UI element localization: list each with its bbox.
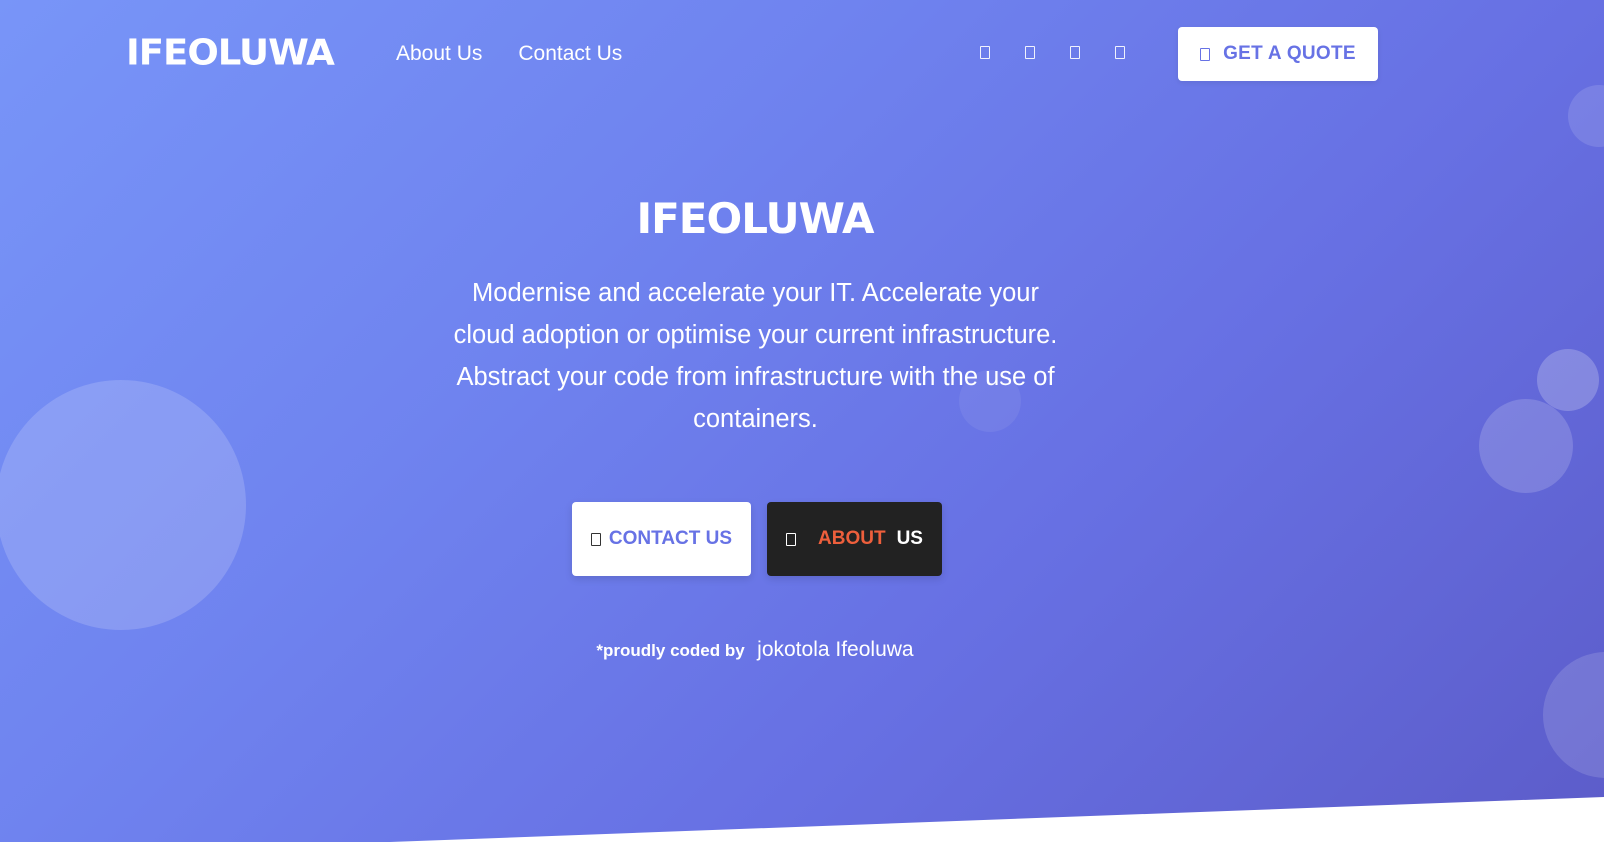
about-label-part2: US	[896, 528, 923, 549]
credit-prefix: *proudly coded by	[596, 641, 745, 660]
bottom-wave-divider	[390, 797, 1604, 842]
credit-line: *proudly coded by jokotola Ifeoluwa	[0, 638, 1510, 662]
hero-buttons: CONTACT US ABOUT US	[572, 502, 942, 576]
github-icon[interactable]	[1111, 43, 1128, 62]
nav-link-about[interactable]: About Us	[396, 42, 482, 66]
get-a-quote-button[interactable]: GET A QUOTE	[1178, 27, 1378, 81]
about-label-part1: ABOUT	[818, 528, 886, 549]
decorative-circle	[1543, 652, 1604, 778]
contact-us-button[interactable]: CONTACT US	[572, 502, 751, 576]
landing-page: IFEOLUWA About Us Contact Us GET A QUOTE…	[0, 0, 1604, 842]
social-links	[976, 43, 1128, 62]
main-nav: About Us Contact Us	[396, 42, 622, 66]
decorative-circle	[1568, 85, 1604, 147]
hero-description: Modernise and accelerate your IT. Accele…	[453, 279, 1058, 433]
credit-author[interactable]: jokotola Ifeoluwa	[757, 638, 913, 661]
decorative-circle	[0, 380, 246, 630]
info-icon	[786, 532, 797, 546]
linkedin-icon[interactable]	[1066, 43, 1083, 62]
decorative-circle	[1479, 399, 1573, 493]
about-us-button[interactable]: ABOUT US	[767, 502, 942, 576]
nav-link-contact[interactable]: Contact Us	[518, 42, 622, 66]
site-logo[interactable]: IFEOLUWA	[126, 35, 335, 70]
hero-title: IFEOLUWA	[636, 194, 874, 243]
contact-us-label: CONTACT US	[608, 528, 733, 549]
envelope-icon	[1200, 47, 1211, 61]
facebook-icon[interactable]	[1021, 43, 1038, 62]
twitter-icon[interactable]	[976, 43, 993, 62]
phone-icon	[590, 532, 601, 546]
get-a-quote-label: GET A QUOTE	[1223, 43, 1356, 64]
decorative-circle	[1537, 349, 1599, 411]
